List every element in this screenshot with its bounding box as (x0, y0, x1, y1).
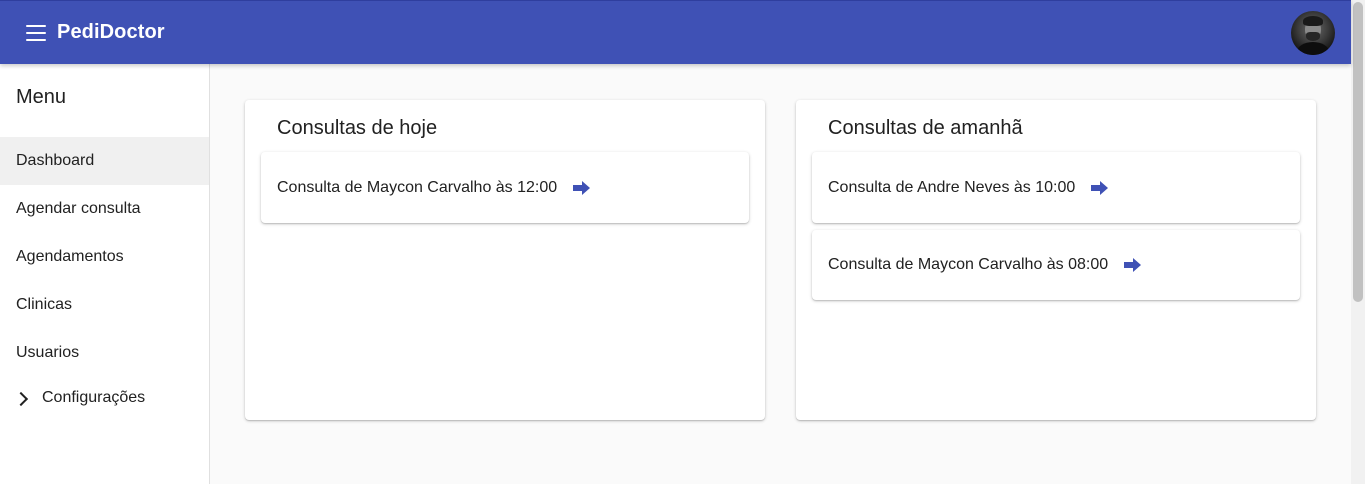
sidebar-item-label: Configurações (42, 389, 146, 406)
menu-line (26, 24, 46, 27)
sidebar-item-label: Agendamentos (16, 248, 124, 265)
today-appointments-card: Consultas de hoje Consulta de Maycon Car… (245, 100, 765, 420)
tomorrow-card-title: Consultas de amanhã (828, 117, 1023, 139)
sidebar-item-dashboard[interactable]: Dashboard (0, 137, 209, 185)
menu-line (26, 31, 46, 34)
chevron-right-icon (13, 391, 29, 407)
sidebar-title: Menu (16, 86, 67, 108)
sidebar-item-agendar-consulta[interactable]: Agendar consulta (0, 185, 209, 233)
sidebar-item-label: Agendar consulta (16, 200, 141, 217)
sidebar-item-configuracoes[interactable]: Configurações (0, 374, 209, 422)
today-card-title: Consultas de hoje (277, 117, 438, 139)
appointment-item[interactable]: Consulta de Andre Neves às 10:00 (812, 152, 1300, 223)
sidebar-item-label: Clinicas (16, 296, 73, 313)
appointment-text: Consulta de Andre Neves às 10:00 (828, 178, 1076, 196)
sidebar: Menu Dashboard Agendar consulta Agendame… (0, 64, 210, 484)
scrollbar-thumb[interactable] (1353, 2, 1363, 302)
app-root: PediDoctor Menu Dashboard Agendar consul… (0, 0, 1365, 484)
arrow-right-icon[interactable] (1124, 258, 1142, 272)
tomorrow-appointments-card: Consultas de amanhã Consulta de Andre Ne… (796, 100, 1316, 420)
arrow-right-icon[interactable] (1091, 180, 1109, 195)
menu-line (26, 38, 46, 41)
appointment-item[interactable]: Consulta de Maycon Carvalho às 12:00 (261, 152, 749, 223)
appointment-text: Consulta de Maycon Carvalho às 12:00 (277, 178, 558, 196)
avatar-hair (1303, 16, 1323, 26)
appointment-item[interactable]: Consulta de Maycon Carvalho às 08:00 (812, 230, 1300, 300)
appointment-text: Consulta de Maycon Carvalho às 08:00 (828, 256, 1109, 273)
avatar-body (1297, 42, 1329, 55)
top-app-bar: PediDoctor (0, 0, 1351, 64)
sidebar-item-clinicas[interactable]: Clinicas (0, 281, 209, 329)
vertical-scrollbar[interactable] (1351, 0, 1365, 484)
avatar-beard (1306, 32, 1320, 41)
sidebar-item-agendamentos[interactable]: Agendamentos (0, 233, 209, 281)
hamburger-menu-icon[interactable] (26, 24, 48, 41)
sidebar-item-label: Usuarios (16, 344, 80, 361)
arrow-right-icon[interactable] (573, 180, 591, 195)
sidebar-item-label: Dashboard (16, 152, 95, 169)
app-title: PediDoctor (57, 21, 165, 43)
user-avatar[interactable] (1291, 11, 1335, 55)
sidebar-item-usuarios[interactable]: Usuarios (0, 329, 209, 377)
